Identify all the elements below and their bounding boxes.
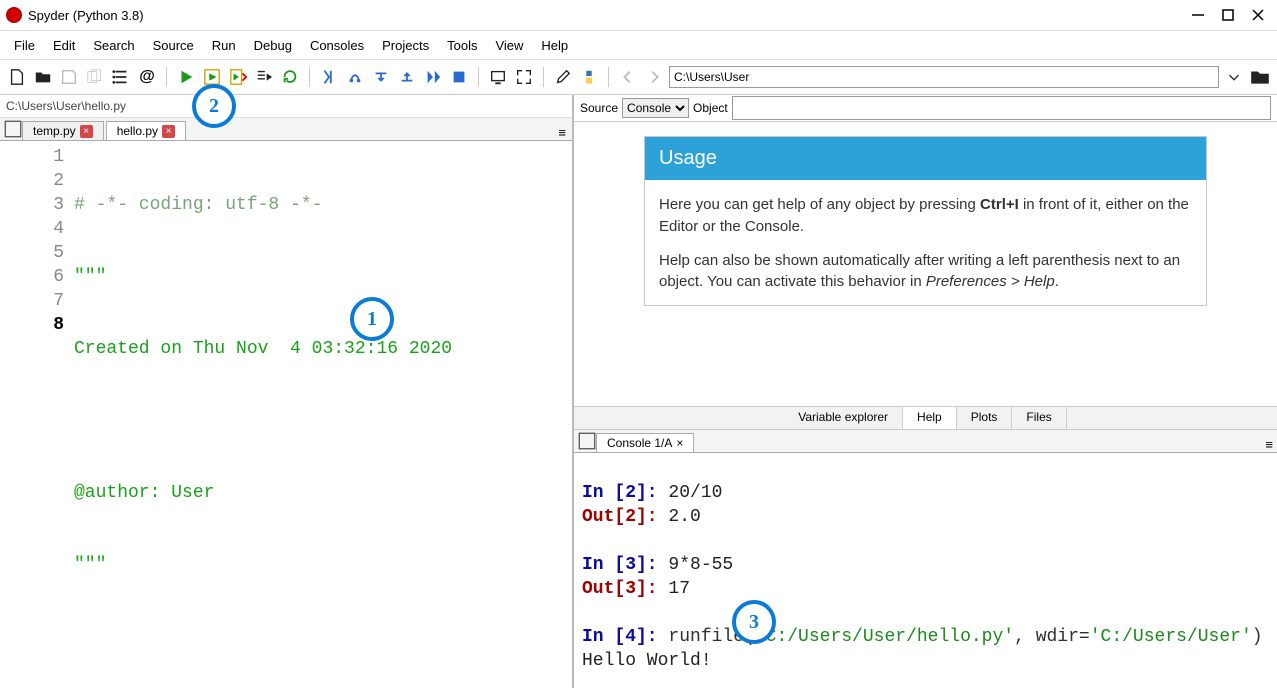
tab-help[interactable]: Help	[903, 407, 957, 429]
spyder-icon	[6, 7, 22, 23]
new-file-icon[interactable]	[6, 66, 28, 88]
outline-icon[interactable]	[110, 66, 132, 88]
stop-debug-icon[interactable]	[448, 66, 470, 88]
tab-label: temp.py	[33, 124, 76, 138]
python-path-icon[interactable]	[578, 66, 600, 88]
menu-projects[interactable]: Projects	[374, 36, 437, 55]
console-output: Hello World!	[582, 651, 712, 671]
titlebar: Spyder (Python 3.8)	[0, 0, 1277, 31]
right-pane: Source Console Object Usage Here you can…	[574, 95, 1277, 688]
step-out-icon[interactable]	[396, 66, 418, 88]
menu-run[interactable]: Run	[204, 36, 244, 55]
step-into-icon[interactable]	[370, 66, 392, 88]
code-area[interactable]: # -*- coding: utf-8 -*- """ Created on T…	[74, 141, 572, 688]
console-options-icon[interactable]: ≡	[1265, 437, 1273, 452]
at-icon[interactable]: @	[136, 66, 158, 88]
maximize-pane-icon[interactable]	[513, 66, 535, 88]
ipython-console[interactable]: In [2]: 20/10 Out[2]: 2.0 In [3]: 9*8-55…	[574, 453, 1277, 688]
annotation-badge-1: 1	[350, 297, 394, 341]
editor-tabs: temp.py × hello.py × ≡	[0, 118, 572, 141]
help-pane: Usage Here you can get help of any objec…	[574, 122, 1277, 406]
restart-kernel-icon[interactable]	[487, 66, 509, 88]
run-cell-advance-icon[interactable]	[227, 66, 249, 88]
continue-icon[interactable]	[422, 66, 444, 88]
tab-label: hello.py	[117, 124, 158, 138]
editor-options-icon[interactable]: ≡	[558, 125, 566, 140]
tab-variable-explorer[interactable]: Variable explorer	[784, 407, 903, 429]
help-body: Here you can get help of any object by p…	[645, 180, 1206, 293]
window-title: Spyder (Python 3.8)	[28, 8, 1191, 23]
save-icon[interactable]	[58, 66, 80, 88]
code-editor[interactable]: 1 2 3 4 5 6 7 8 # -*- coding: utf-8 -*- …	[0, 141, 572, 688]
editor-path-bar: C:\Users\User\hello.py	[0, 95, 572, 118]
save-all-icon[interactable]	[84, 66, 106, 88]
annotation-badge-3: 3	[732, 600, 776, 644]
source-select[interactable]: Console	[622, 98, 689, 118]
tab-label: Console 1/A	[607, 436, 672, 450]
toolbar: @	[0, 60, 1277, 95]
debug-icon[interactable]	[318, 66, 340, 88]
menu-search[interactable]: Search	[85, 36, 142, 55]
back-icon[interactable]	[617, 66, 639, 88]
working-directory-input[interactable]	[669, 66, 1219, 88]
tab-temp-py[interactable]: temp.py ×	[22, 121, 104, 140]
line-gutter: 1 2 3 4 5 6 7 8	[0, 141, 74, 688]
tab-list-icon[interactable]	[578, 430, 596, 452]
console-tabs: Console 1/A × ≡	[574, 430, 1277, 453]
menu-file[interactable]: File	[6, 36, 43, 55]
help-source-bar: Source Console Object	[574, 95, 1277, 122]
close-button[interactable]	[1251, 8, 1265, 22]
menu-consoles[interactable]: Consoles	[302, 36, 372, 55]
menu-view[interactable]: View	[487, 36, 531, 55]
annotation-badge-2: 2	[192, 84, 236, 128]
close-icon[interactable]: ×	[80, 125, 93, 138]
console-tab[interactable]: Console 1/A ×	[596, 433, 694, 452]
working-directory	[669, 66, 1219, 88]
menu-source[interactable]: Source	[145, 36, 202, 55]
close-icon[interactable]: ×	[676, 436, 683, 450]
menu-edit[interactable]: Edit	[45, 36, 83, 55]
dropdown-icon[interactable]	[1223, 66, 1245, 88]
menu-help[interactable]: Help	[533, 36, 576, 55]
minimize-button[interactable]	[1191, 8, 1205, 22]
tab-hello-py[interactable]: hello.py ×	[106, 121, 186, 140]
menu-tools[interactable]: Tools	[439, 36, 485, 55]
run-selection-icon[interactable]	[253, 66, 275, 88]
forward-icon[interactable]	[643, 66, 665, 88]
preferences-icon[interactable]	[552, 66, 574, 88]
tab-list-icon[interactable]	[4, 118, 22, 140]
run-icon[interactable]	[175, 66, 197, 88]
editor-path: C:\Users\User\hello.py	[6, 99, 126, 113]
right-pane-tabs: Variable explorer Help Plots Files	[574, 406, 1277, 430]
object-input[interactable]	[732, 96, 1271, 120]
tab-plots[interactable]: Plots	[957, 407, 1013, 429]
menubar: File Edit Search Source Run Debug Consol…	[0, 31, 1277, 60]
source-label: Source	[580, 101, 618, 115]
open-file-icon[interactable]	[32, 66, 54, 88]
window-controls	[1191, 8, 1271, 22]
close-icon[interactable]: ×	[162, 125, 175, 138]
help-title: Usage	[645, 137, 1206, 180]
browse-folder-icon[interactable]	[1249, 66, 1271, 88]
menu-debug[interactable]: Debug	[246, 36, 300, 55]
rerun-icon[interactable]	[279, 66, 301, 88]
step-over-icon[interactable]	[344, 66, 366, 88]
editor-pane: C:\Users\User\hello.py temp.py × hello.p…	[0, 95, 574, 688]
tab-files[interactable]: Files	[1012, 407, 1066, 429]
maximize-button[interactable]	[1221, 8, 1235, 22]
object-label: Object	[693, 101, 728, 115]
